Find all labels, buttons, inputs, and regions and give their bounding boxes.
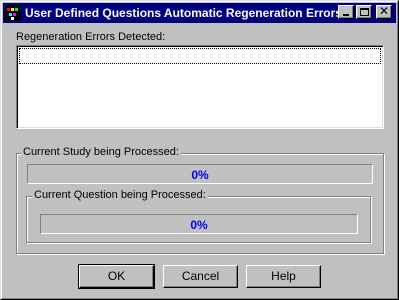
ok-button[interactable]: OK <box>78 264 155 289</box>
errors-label: Regeneration Errors Detected: <box>16 31 166 43</box>
window-title: User Defined Questions Automatic Regener… <box>25 6 342 20</box>
study-progress-bar: 0% <box>27 164 373 184</box>
question-label: Current Question being Processed: <box>32 189 208 201</box>
app-icon[interactable] <box>5 5 21 21</box>
study-progress-text: 0% <box>191 168 209 182</box>
maximize-icon <box>360 8 369 16</box>
question-progress-bar: 0% <box>40 214 358 234</box>
title-bar[interactable]: User Defined Questions Automatic Regener… <box>3 3 396 23</box>
close-icon: ✕ <box>378 4 390 18</box>
maximize-button[interactable] <box>356 5 372 19</box>
minimize-button[interactable] <box>338 5 354 19</box>
cancel-button[interactable]: Cancel <box>163 265 238 288</box>
errors-listbox[interactable] <box>16 45 384 129</box>
study-group: Current Study being Processed: 0% Curren… <box>16 146 384 254</box>
help-button[interactable]: Help <box>246 265 321 288</box>
minimize-icon <box>343 14 349 16</box>
list-focus-item[interactable] <box>19 48 381 64</box>
dialog-window: User Defined Questions Automatic Regener… <box>0 0 399 300</box>
question-progress-text: 0% <box>190 218 208 232</box>
study-label: Current Study being Processed: <box>21 146 181 158</box>
close-button[interactable]: ✕ <box>376 4 392 19</box>
question-group: Current Question being Processed: 0% <box>26 189 371 243</box>
